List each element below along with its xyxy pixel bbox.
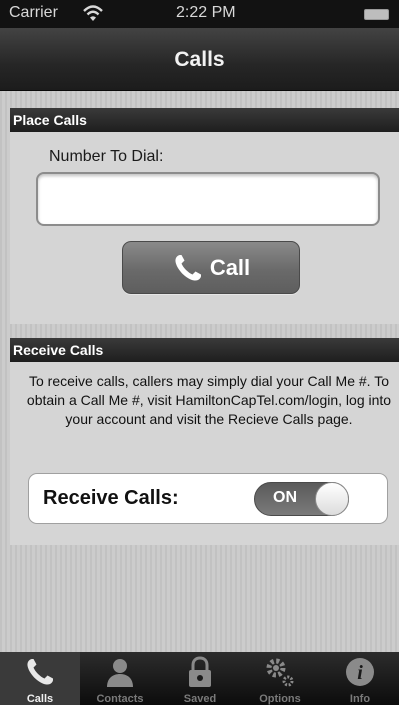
tab-label: Options [259, 693, 301, 705]
toggle-knob [315, 482, 349, 516]
tab-contacts[interactable]: Contacts [80, 652, 160, 705]
toggle-state-label: ON [273, 489, 297, 506]
receive-calls-toggle[interactable]: ON [254, 482, 349, 516]
number-to-dial-label: Number To Dial: [49, 148, 164, 165]
lock-icon [189, 656, 211, 687]
person-icon [107, 659, 133, 687]
tab-calls[interactable]: Calls [0, 652, 80, 705]
status-time: 2:22 PM [176, 4, 236, 21]
receive-calls-header: Receive Calls [10, 338, 399, 362]
call-button-label: Call [209, 254, 251, 280]
phone-icon [175, 254, 201, 281]
gear-icon [266, 658, 294, 687]
wifi-icon [83, 5, 103, 21]
tab-label: Info [349, 693, 371, 705]
tab-bar: Calls Contacts Saved Options i Info [0, 652, 399, 705]
phone-icon [27, 659, 53, 685]
nav-bar: Calls [0, 28, 399, 91]
number-to-dial-input[interactable] [36, 172, 380, 226]
svg-text:i: i [357, 662, 363, 684]
receive-calls-label: Receive Calls: [43, 487, 179, 509]
tab-label: Contacts [96, 693, 144, 705]
place-calls-header: Place Calls [10, 108, 399, 132]
carrier-label: Carrier [9, 4, 58, 21]
calls-screen: Carrier 2:22 PM Calls Place Calls Number… [0, 0, 399, 705]
tab-options[interactable]: Options [240, 652, 320, 705]
info-icon: i [346, 658, 374, 686]
tab-label: Calls [26, 693, 54, 705]
tab-saved[interactable]: Saved [160, 652, 240, 705]
page-title: Calls [174, 48, 225, 71]
tab-label: Saved [183, 693, 217, 705]
call-button[interactable]: Call [122, 241, 300, 294]
receive-calls-description: To receive calls, callers may simply dia… [26, 373, 392, 427]
receive-calls-row: Receive Calls: ON [28, 473, 388, 524]
tab-info[interactable]: i Info [320, 652, 399, 705]
battery-icon [364, 9, 389, 20]
status-bar: Carrier 2:22 PM [0, 0, 399, 28]
